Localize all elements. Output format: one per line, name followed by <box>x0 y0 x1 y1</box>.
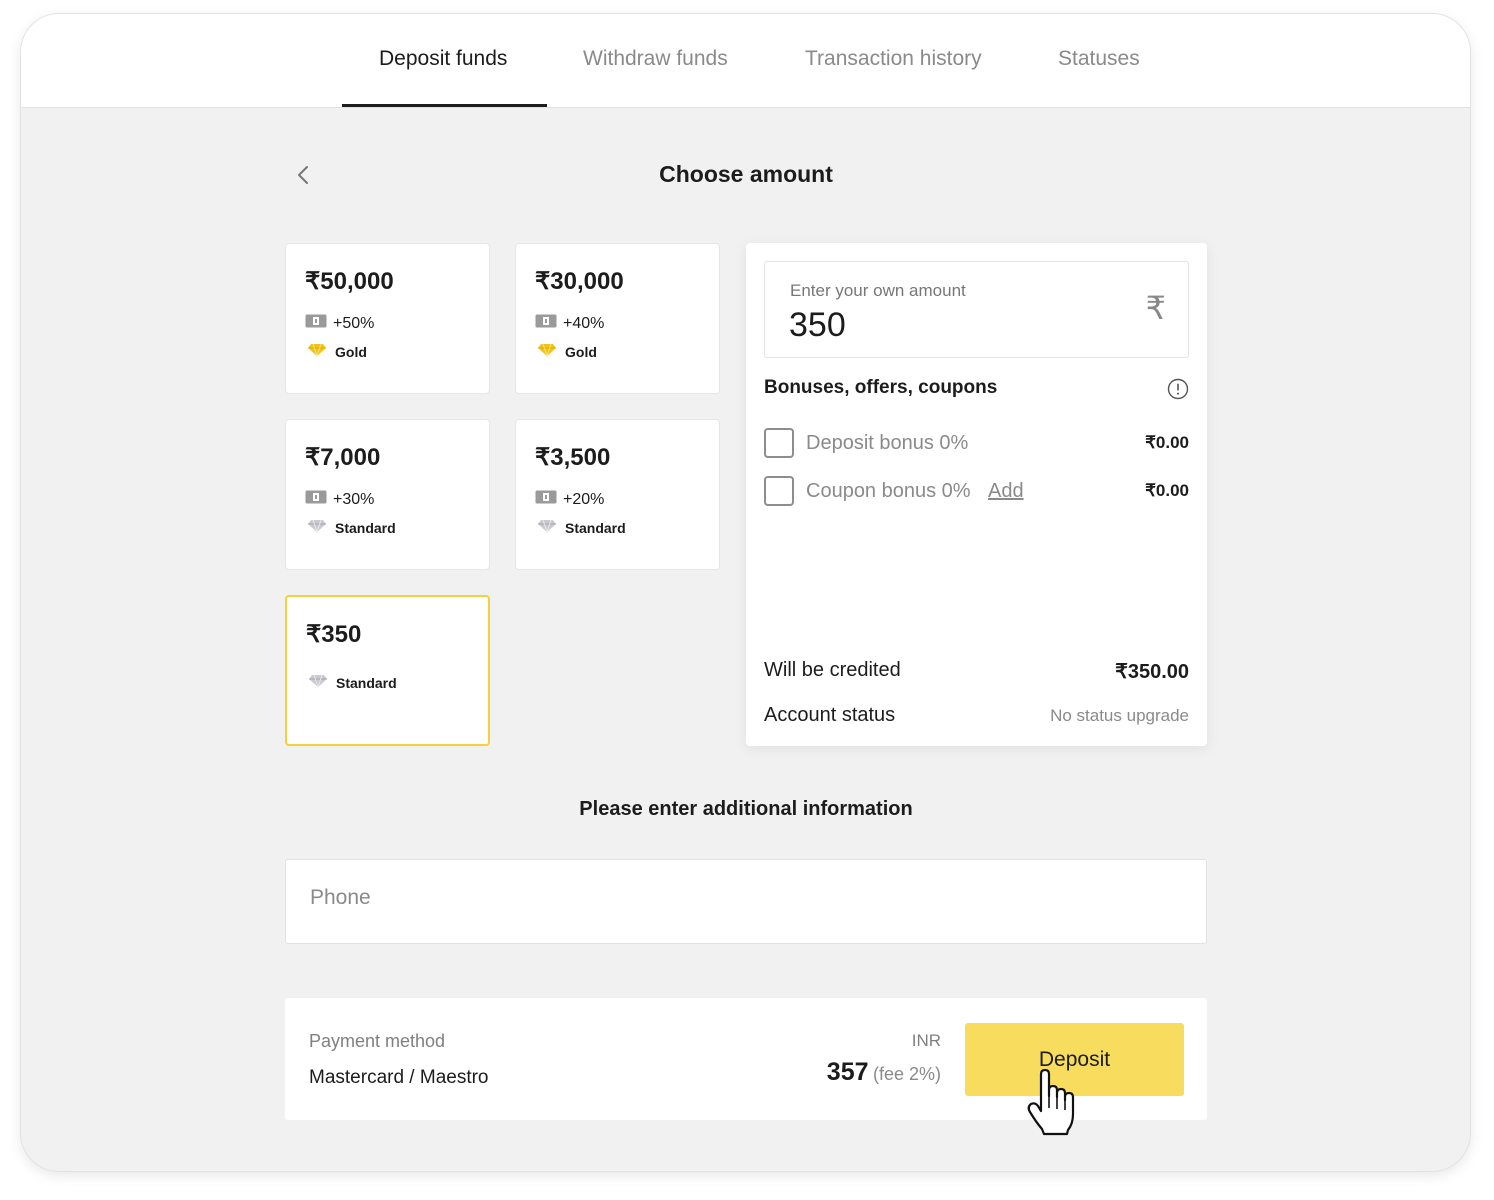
card-tier-label: Standard <box>335 519 396 536</box>
fee-text: (fee 2%) <box>872 1064 941 1084</box>
ticket-icon <box>305 490 327 509</box>
card-amount: ₹350 <box>306 621 362 648</box>
payment-method-value: Mastercard / Maestro <box>309 1067 489 1088</box>
card-tier-label: Standard <box>336 674 397 691</box>
add-coupon-link[interactable]: Add <box>988 480 1024 503</box>
card-tier-label: Gold <box>335 343 367 360</box>
card-bonus: +30% <box>305 490 374 509</box>
total-value: 357 <box>826 1058 869 1086</box>
tab-transaction-history[interactable]: Transaction history <box>805 47 982 71</box>
deposit-bonus-label: Deposit bonus 0% <box>806 432 969 454</box>
phone-input[interactable] <box>310 886 1170 910</box>
card-tier: Standard <box>308 674 397 691</box>
card-tier: Standard <box>307 519 396 536</box>
custom-amount-input[interactable] <box>789 306 1109 345</box>
custom-amount-panel: Enter your own amount ₹ Bonuses, offers,… <box>746 243 1207 746</box>
coupon-bonus-value: ₹0.00 <box>1145 481 1189 500</box>
deposit-button[interactable]: Deposit <box>965 1023 1184 1096</box>
account-status-label: Account status <box>764 704 896 726</box>
gold-diamond-icon <box>537 343 557 360</box>
phone-field[interactable] <box>285 859 1207 944</box>
custom-amount-field[interactable]: Enter your own amount ₹ <box>764 261 1189 358</box>
tab-deposit-funds[interactable]: Deposit funds <box>379 47 507 71</box>
tab-withdraw-funds[interactable]: Withdraw funds <box>583 47 728 71</box>
additional-info-title: Please enter additional information <box>579 798 913 820</box>
deposit-window: Deposit funds Withdraw funds Transaction… <box>21 14 1470 1171</box>
currency-code: INR <box>911 1031 941 1050</box>
amount-card-50000[interactable]: ₹50,000 +50% Gold <box>285 243 490 394</box>
deposit-bonus-row: Deposit bonus 0% ₹0.00 <box>764 428 1189 460</box>
card-bonus-percent: +40% <box>563 314 605 332</box>
card-tier: Gold <box>307 343 367 360</box>
ticket-icon <box>535 490 557 509</box>
tab-bar: Deposit funds Withdraw funds Transaction… <box>21 14 1470 108</box>
coupon-bonus-checkbox[interactable] <box>764 476 794 506</box>
chevron-left-icon[interactable] <box>289 160 319 190</box>
card-tier-label: Gold <box>565 343 597 360</box>
silver-diamond-icon <box>307 519 327 536</box>
rupee-icon: ₹ <box>1145 290 1166 326</box>
credited-value: ₹350.00 <box>1115 661 1189 683</box>
card-bonus: +50% <box>305 314 374 333</box>
ticket-icon <box>305 314 327 333</box>
amount-card-7000[interactable]: ₹7,000 +30% Standard <box>285 419 490 570</box>
total-amount: 357 (fee 2%) <box>827 1058 941 1087</box>
page-title: Choose amount <box>659 161 833 187</box>
amount-card-30000[interactable]: ₹30,000 +40% Gold <box>515 243 720 394</box>
amount-card-3500[interactable]: ₹3,500 +20% Standard <box>515 419 720 570</box>
coupon-bonus-row: Coupon bonus 0% Add ₹0.00 <box>764 476 1189 508</box>
payment-bar: Payment method Mastercard / Maestro INR … <box>285 998 1207 1120</box>
bonuses-title: Bonuses, offers, coupons <box>764 377 998 398</box>
info-circle-icon[interactable] <box>1167 378 1189 400</box>
card-bonus: +40% <box>535 314 604 333</box>
ticket-icon <box>535 314 557 333</box>
coupon-bonus-label: Coupon bonus 0% <box>806 480 971 502</box>
card-amount: ₹3,500 <box>535 444 611 471</box>
card-tier: Gold <box>537 343 597 360</box>
payment-method-label: Payment method <box>309 1031 446 1051</box>
card-amount: ₹30,000 <box>535 268 624 295</box>
active-tab-indicator <box>342 104 547 107</box>
silver-diamond-icon <box>537 519 557 536</box>
card-tier-label: Standard <box>565 519 626 536</box>
card-amount: ₹50,000 <box>305 268 394 295</box>
silver-diamond-icon <box>308 674 328 691</box>
card-bonus-percent: +20% <box>563 490 605 508</box>
gold-diamond-icon <box>307 343 327 360</box>
deposit-bonus-value: ₹0.00 <box>1145 433 1189 452</box>
custom-amount-label: Enter your own amount <box>790 281 966 300</box>
card-bonus-percent: +50% <box>333 314 375 332</box>
card-amount: ₹7,000 <box>305 444 381 471</box>
account-status-value: No status upgrade <box>1050 706 1189 725</box>
tab-statuses[interactable]: Statuses <box>1058 47 1140 71</box>
credited-label: Will be credited <box>764 659 901 681</box>
card-bonus-percent: +30% <box>333 490 375 508</box>
amount-card-350[interactable]: ₹350 Standard <box>285 595 490 746</box>
card-tier: Standard <box>537 519 626 536</box>
card-bonus: +20% <box>535 490 604 509</box>
deposit-bonus-checkbox[interactable] <box>764 428 794 458</box>
